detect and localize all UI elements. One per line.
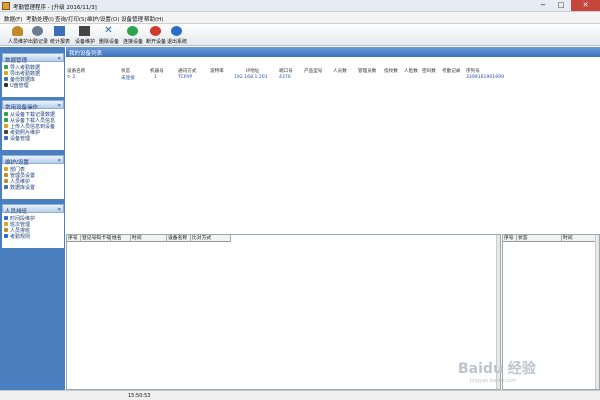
download-icon — [4, 118, 8, 122]
column-header[interactable]: 状态 — [517, 235, 562, 242]
column-header[interactable]: 人脸数 — [404, 68, 418, 74]
column-header[interactable]: 密码数 — [422, 68, 436, 74]
device-comm-cell: TCP/IP — [178, 75, 193, 80]
download-icon — [4, 112, 8, 116]
clock-icon — [4, 216, 8, 220]
column-header[interactable]: 状态 — [121, 68, 130, 74]
column-header[interactable]: 比对方式 — [191, 235, 231, 242]
chevron-up-icon: « — [57, 206, 61, 213]
section-header[interactable]: 常用设备操作 « — [2, 100, 64, 111]
main-panel: 我的设备列表 设备名称 状态 机器号 通讯方式 波特率 IP地址 端口号 产品型… — [66, 47, 600, 390]
sidebar-section-maintenance: 维护/设置 « 部门表 管理员设置 人员维护 数据库设置 — [2, 155, 64, 199]
menu-query-print[interactable]: 查询/打印(S) — [55, 15, 87, 23]
import-icon — [4, 65, 8, 69]
status-scrollbar[interactable] — [595, 235, 599, 389]
chevron-up-icon: « — [57, 102, 61, 109]
menu-bar: 数据(F) 考勤处理(I) 查询/打印(S) 维护/设置(O) 设备管理 帮助(… — [0, 12, 600, 24]
status-bar: 15:50:53 — [0, 390, 600, 400]
sidebar-section-scheduling: 人员排班 « 时间段维护 班次管理 人员排班 考勤规则 — [2, 204, 64, 248]
window-title: 考勤管理程序 - [升级 2016/11/3] — [13, 5, 97, 11]
section-header[interactable]: 人员排班 « — [2, 204, 64, 215]
admin-icon — [4, 173, 8, 177]
column-header[interactable]: 管理员数 — [358, 68, 376, 74]
clock-icon — [32, 26, 43, 36]
close-button[interactable]: ✕ — [571, 0, 600, 11]
status-time: 15:50:53 — [128, 393, 151, 399]
shift-icon — [4, 222, 8, 226]
column-header[interactable]: 考勤记录 — [442, 68, 460, 74]
toolbar: 人员维护 出勤记录 统计报表 设备维护 ✕ 删除设备 连接设备 断开设备 退出系… — [0, 24, 600, 70]
chevron-up-icon: « — [57, 157, 61, 164]
menu-maintenance[interactable]: 维护/设置(O) — [87, 15, 119, 23]
column-header[interactable]: 序列号 — [466, 68, 480, 74]
sidebar-item-device-mgmt[interactable]: 设备管理 — [4, 135, 64, 142]
sidebar-item-usb[interactable]: U盘管理 — [4, 82, 64, 89]
watermark-url: jingyan.baidu.com — [470, 378, 517, 384]
column-header[interactable]: 序号 — [67, 235, 81, 242]
connect-icon — [127, 26, 138, 36]
sidebar-section-data: 数据管理 « 导入考勤数据 导出考勤数据 备份数据库 U盘管理 — [2, 53, 64, 97]
device-name-cell: ↻ 2 — [67, 75, 76, 80]
database-icon — [4, 185, 8, 189]
people-icon — [4, 179, 8, 183]
column-header[interactable]: 姓名 — [111, 235, 131, 242]
watermark: Baidu 经验 — [458, 361, 536, 377]
section-header[interactable]: 数据管理 « — [2, 53, 64, 64]
device-ip-cell: 192.168.1.201 — [234, 75, 268, 80]
maximize-button[interactable]: □ — [553, 0, 569, 11]
usb-icon — [4, 83, 8, 87]
people-icon — [12, 26, 23, 36]
column-header[interactable]: 序号 — [503, 235, 517, 242]
sidebar-item-db-settings[interactable]: 数据库设置 — [4, 184, 64, 191]
minimize-button[interactable]: − — [535, 0, 551, 11]
menu-devices[interactable]: 设备管理 — [121, 15, 143, 23]
column-header[interactable]: 机器号 — [150, 68, 164, 74]
device-icon — [4, 136, 8, 140]
column-header[interactable]: 通讯方式 — [178, 68, 196, 74]
menu-attendance[interactable]: 考勤处理(I) — [26, 15, 54, 23]
section-header[interactable]: 维护/设置 « — [2, 155, 64, 166]
column-header[interactable]: 时间 — [131, 235, 167, 242]
report-icon — [54, 26, 65, 36]
column-header[interactable]: 设备名称 — [167, 235, 191, 242]
column-header[interactable]: 波特率 — [210, 68, 224, 74]
rules-icon — [4, 234, 8, 238]
upload-icon — [4, 124, 8, 128]
disconnect-icon — [150, 26, 161, 36]
column-header[interactable]: 人员数 — [333, 68, 347, 74]
device-machine-no-cell: 1 — [154, 75, 157, 80]
column-header[interactable]: 时间 — [562, 235, 597, 242]
column-header[interactable]: IP地址 — [246, 68, 259, 74]
title-bar: 考勤管理程序 - [升级 2016/11/3] − □ ✕ — [0, 0, 600, 12]
column-header[interactable]: 登记号码卡号 — [81, 235, 111, 242]
device-status-cell: 未连接 — [121, 76, 135, 81]
menu-data[interactable]: 数据(F) — [4, 15, 22, 23]
column-header[interactable]: 指纹数 — [384, 68, 398, 74]
device-list-header: 我的设备列表 — [66, 47, 600, 57]
status-table-header: 序号 状态 时间 — [503, 235, 597, 242]
device-serial-cell: 3399161901699 — [466, 75, 504, 80]
records-table-header: 序号 登记号码卡号 姓名 时间 设备名称 比对方式 — [67, 235, 231, 242]
database-icon — [4, 77, 8, 81]
app-icon — [2, 2, 10, 10]
device-port-cell: 4370 — [279, 75, 291, 80]
menu-help[interactable]: 帮助(H) — [144, 15, 163, 23]
sidebar-section-device-ops: 常用设备操作 « 从设备下载记录数据 从设备下载人员信息 上传人员信息到设备 考… — [2, 100, 64, 150]
department-icon — [4, 167, 8, 171]
column-header[interactable]: 设备名称 — [67, 68, 85, 74]
sidebar-item-rules[interactable]: 考勤规则 — [4, 233, 64, 240]
export-icon — [4, 71, 8, 75]
device-icon — [79, 26, 90, 36]
records-table: 序号 登记号码卡号 姓名 时间 设备名称 比对方式 — [66, 234, 501, 390]
exit-icon — [171, 26, 182, 36]
chevron-up-icon: « — [57, 55, 61, 62]
people-icon — [4, 228, 8, 232]
camera-icon — [4, 130, 8, 134]
toolbar-exit-button[interactable]: 退出系统 — [162, 25, 192, 45]
delete-icon: ✕ — [104, 25, 113, 36]
device-table: 设备名称 状态 机器号 通讯方式 波特率 IP地址 端口号 产品型号 人员数 管… — [66, 57, 600, 232]
column-header[interactable]: 产品型号 — [304, 68, 322, 74]
sidebar: 数据管理 « 导入考勤数据 导出考勤数据 备份数据库 U盘管理 常用设备操作 «… — [0, 47, 65, 390]
column-header[interactable]: 端口号 — [279, 68, 293, 74]
